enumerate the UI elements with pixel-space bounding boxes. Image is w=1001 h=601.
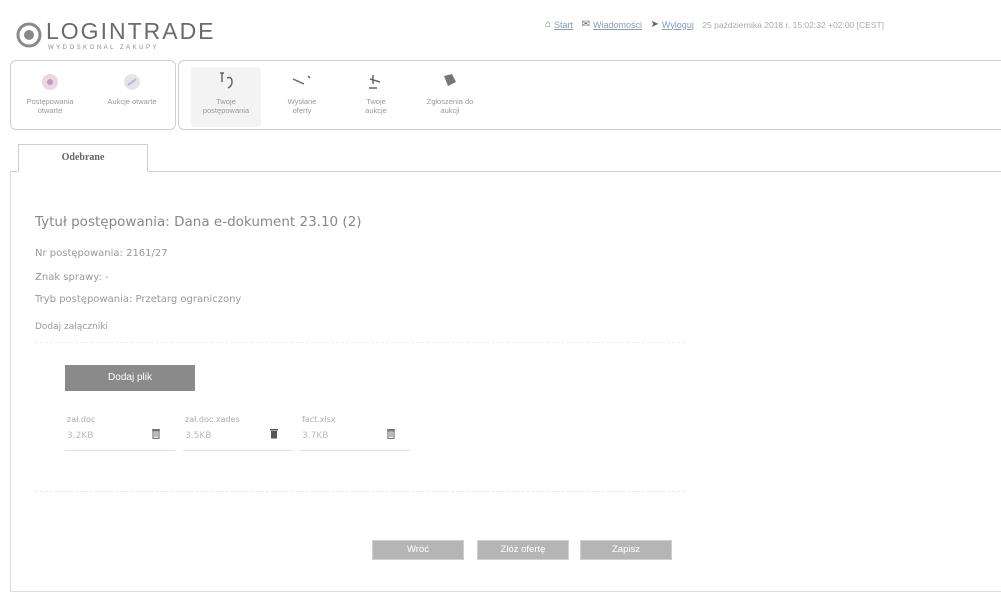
proceedings-icon	[42, 74, 58, 90]
tool-label: otwarte	[37, 106, 63, 115]
tool-label: Wysłane	[287, 97, 317, 106]
timestamp: 25 października 2018 r. 15:02:32 +02:00 …	[702, 19, 885, 30]
logo-text: LOGINTRADE	[46, 18, 216, 44]
logo-subtext: WYDOSKONAL ZAKUPY	[48, 45, 159, 51]
attachment-name: fact.xlsx	[302, 415, 336, 424]
tool-auction-entries[interactable]: Zgłoszenia do aukcji	[415, 67, 485, 127]
tool-label: postępowania	[202, 106, 250, 115]
page-title: Tytuł postępowania: Dana e-dokument 23.1…	[35, 214, 362, 230]
back-button[interactable]: Wróć	[372, 540, 464, 560]
tool-your-proceedings[interactable]: Twoje postępowania	[191, 67, 261, 127]
tool-label: oferty	[292, 106, 312, 115]
logout-icon: ➤	[650, 19, 659, 31]
auction-entries-icon	[444, 74, 456, 86]
trash-icon[interactable]	[151, 427, 161, 439]
case-sign: Znak sprawy: -	[35, 272, 109, 283]
your-auctions-icon	[369, 75, 381, 89]
tool-label: Postępowania	[26, 97, 74, 106]
nav-messages-link[interactable]: Wiadomości	[593, 20, 642, 30]
attachment-name: zał.doc	[67, 415, 96, 424]
tool-label: Zgłoszenia do	[426, 97, 474, 106]
nav-logout-link[interactable]: Wyloguj	[662, 20, 694, 30]
attachment-size: 3.5KB	[185, 431, 212, 441]
tool-label: Aukcje otwarte	[107, 97, 157, 106]
submit-offer-button[interactable]: Złóż ofertę	[477, 540, 569, 560]
auctions-icon	[124, 74, 140, 90]
add-file-button[interactable]: Dodaj plik	[65, 365, 195, 391]
tool-label: aukcji	[440, 106, 460, 115]
tool-proceedings-open[interactable]: Postępowania otwarte	[15, 67, 85, 127]
main-panel: Tytuł postępowania: Dana e-dokument 23.1…	[10, 172, 1001, 592]
save-button[interactable]: Zapisz	[580, 540, 672, 560]
attachment-item: zał.doc 3.2KB	[65, 413, 175, 451]
home-icon: ⌂	[545, 19, 552, 31]
proceeding-mode: Tryb postępowania: Przetarg ograniczony	[35, 294, 242, 305]
attachments-section: Dodaj plik zał.doc 3.2KB zał.doc.xades 3…	[35, 342, 685, 492]
attachment-item: fact.xlsx 3.7KB	[300, 413, 410, 451]
toolbar-group-public: Postępowania otwarte Aukcje otwarte	[10, 60, 176, 130]
tool-auctions-open[interactable]: Aukcje otwarte	[97, 67, 167, 127]
top-navigation: ⌂ Start ✉ Wiadomości ➤ Wyloguj 25 październ…	[545, 19, 884, 33]
tool-submitted-offers[interactable]: Wysłane oferty	[267, 67, 337, 127]
trash-icon[interactable]	[269, 427, 279, 439]
toolbar-group-user: Twoje postępowania Wysłane oferty Twoje …	[178, 60, 1001, 130]
nav-start-link[interactable]: Start	[554, 20, 573, 30]
tool-label: Twoje	[366, 97, 386, 106]
logo-icon	[16, 22, 42, 48]
tab-received[interactable]: Odebrane	[18, 144, 148, 172]
messages-icon: ✉	[581, 19, 590, 31]
your-proceedings-icon	[220, 72, 233, 89]
attachment-name: zał.doc.xades	[185, 415, 240, 424]
attachment-size: 3.2KB	[67, 431, 94, 441]
attachments-label: Dodaj załączniki	[35, 322, 108, 332]
submitted-offers-icon	[292, 75, 311, 85]
tool-label: Twoje	[216, 97, 236, 106]
tool-your-auctions[interactable]: Twoje aukcje	[341, 67, 411, 127]
proceeding-number: Nr postępowania: 2161/27	[35, 248, 168, 259]
logo: LOGINTRADE WYDOSKONAL ZAKUPY	[12, 14, 252, 54]
trash-icon[interactable]	[386, 427, 396, 439]
tool-label: aukcje	[365, 106, 387, 115]
attachment-size: 3.7KB	[302, 431, 329, 441]
attachment-item: zał.doc.xades 3.5KB	[183, 413, 293, 451]
